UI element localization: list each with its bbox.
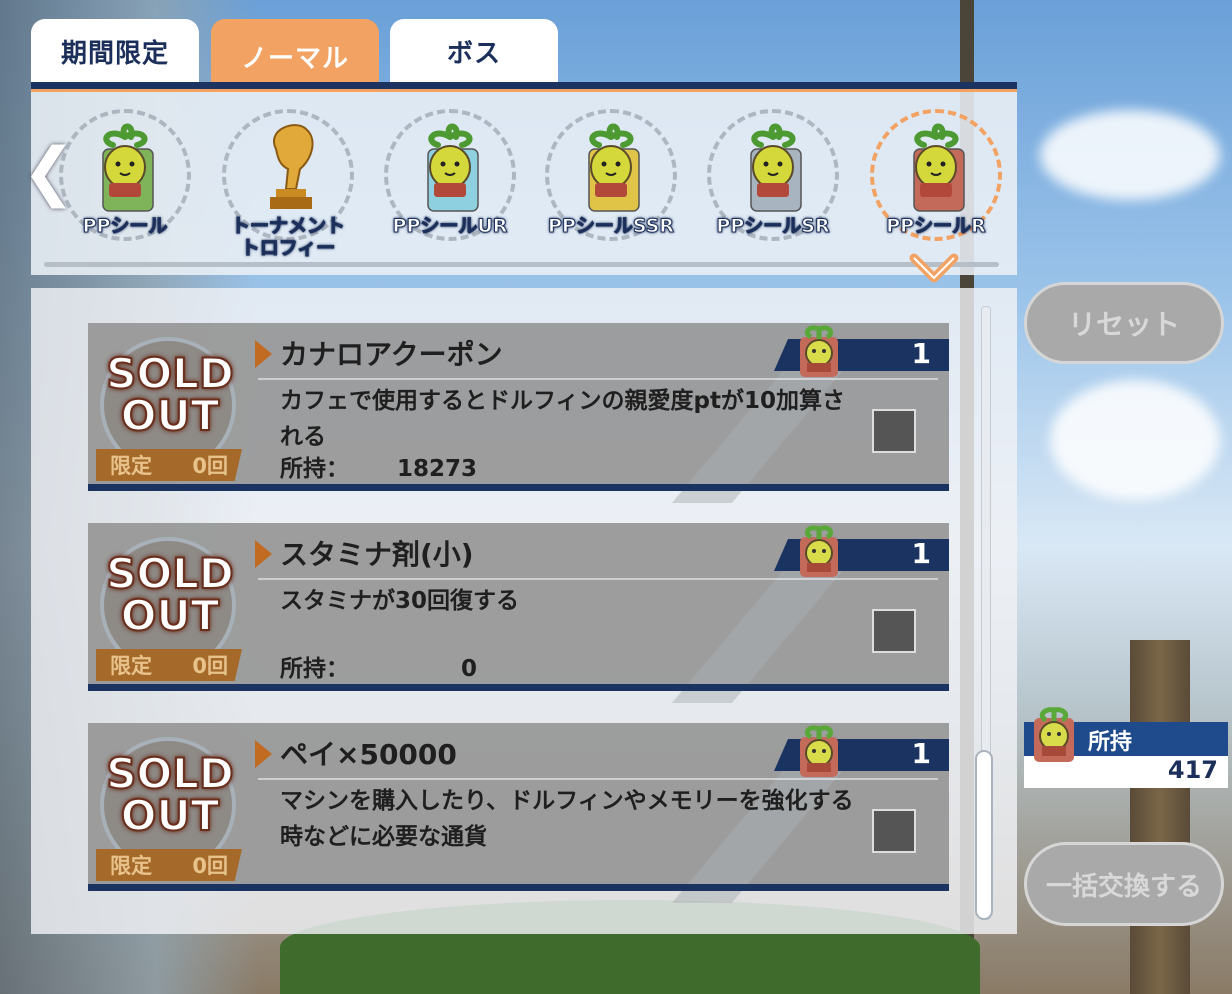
exchange-item-row[interactable]: SOLD OUT 限定 0回 ペイ×50000 マシンを購入したり、ドルフィンやメ… xyxy=(88,723,949,903)
pp-seal-icon xyxy=(588,123,640,212)
cost-value: 1 xyxy=(911,337,931,370)
title-marker-icon xyxy=(255,740,272,768)
pp-seal-icon xyxy=(427,123,479,212)
scrollbar-thumb[interactable] xyxy=(975,750,993,920)
limit-tag: 限定 0回 xyxy=(96,449,242,481)
owned-label: 所持 xyxy=(1088,730,1133,755)
tab-limited[interactable]: 期間限定 xyxy=(31,19,199,83)
pp-seal-icon xyxy=(913,123,965,212)
item-description: マシンを購入したり、ドルフィンやメモリーを強化する時などに必要な通貨 xyxy=(280,788,854,850)
selector-rule xyxy=(44,262,999,267)
currency-label: PPシールUR xyxy=(392,215,508,238)
owned-count: 所持： 0 xyxy=(280,656,477,682)
currency-label: トーナメント トロフィー xyxy=(230,215,345,260)
item-title: カナロアクーポン xyxy=(280,338,503,371)
post xyxy=(1130,640,1190,994)
currency-item[interactable]: PPシールR xyxy=(856,105,1016,260)
sold-out-label: SOLD OUT xyxy=(105,549,235,640)
currency-item[interactable]: PPシールSR xyxy=(693,105,853,260)
currency-item[interactable]: PPシールUR xyxy=(370,105,530,260)
pp-seal-icon xyxy=(102,123,154,212)
item-title: ペイ×50000 xyxy=(280,738,457,771)
reset-button[interactable]: リセット xyxy=(1024,282,1224,364)
bulk-exchange-button[interactable]: 一括交換する xyxy=(1024,842,1224,926)
tab-boss[interactable]: ボス xyxy=(390,19,558,83)
title-marker-icon xyxy=(255,540,272,568)
sold-out-label: SOLD OUT xyxy=(105,749,235,840)
pp-seal-r-icon xyxy=(800,325,838,377)
title-marker-icon xyxy=(255,340,272,368)
currency-item[interactable]: PPシールSSR xyxy=(531,105,691,260)
currency-item[interactable]: PPシール xyxy=(45,105,205,260)
currency-label: PPシールR xyxy=(886,215,986,238)
selected-indicator-icon xyxy=(909,253,959,283)
exchange-item-row[interactable]: SOLD OUT 限定 0回 スタミナ剤(小) スタミナが30回復する 所持： 0 … xyxy=(88,523,949,703)
select-checkbox[interactable] xyxy=(872,609,916,653)
owned-currency-panel: 所持 417 xyxy=(1024,707,1228,790)
select-checkbox[interactable] xyxy=(872,409,916,453)
exchange-item-row[interactable]: SOLD OUT 限定 0回 カナロアクーポン カフェで使用するとドルフィンの親愛… xyxy=(88,323,949,503)
owned-value: 417 xyxy=(1167,756,1218,784)
limit-tag: 限定 0回 xyxy=(96,649,242,681)
currency-item[interactable]: トーナメント トロフィー xyxy=(208,105,368,260)
item-description: スタミナが30回復する xyxy=(280,588,520,614)
item-description: カフェで使用するとドルフィンの親愛度ptが10加算される xyxy=(280,388,846,450)
cost-value: 1 xyxy=(911,737,931,770)
cost-value: 1 xyxy=(911,537,931,570)
pp-seal-icon xyxy=(750,123,802,212)
currency-label: PPシールSR xyxy=(716,215,830,238)
item-title: スタミナ剤(小) xyxy=(280,538,474,571)
owned-count: 所持： 18273 xyxy=(280,456,477,482)
trophy-icon xyxy=(270,124,314,209)
currency-label: PPシール xyxy=(82,215,168,238)
sold-out-label: SOLD OUT xyxy=(105,349,235,440)
pp-seal-r-icon xyxy=(800,725,838,777)
limit-tag: 限定 0回 xyxy=(96,849,242,881)
currency-label: PPシールSSR xyxy=(548,215,675,238)
select-checkbox[interactable] xyxy=(872,809,916,853)
pp-seal-r-icon xyxy=(1034,707,1074,762)
pp-seal-r-icon xyxy=(800,525,838,577)
